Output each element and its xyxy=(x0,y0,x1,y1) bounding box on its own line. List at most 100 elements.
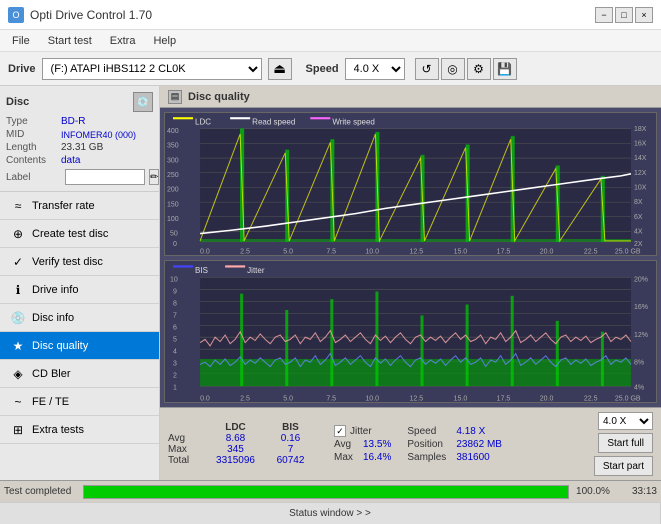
svg-text:22.5: 22.5 xyxy=(584,247,598,254)
svg-text:5.0: 5.0 xyxy=(283,393,293,402)
nav-cd-bler[interactable]: ◈ CD Bler xyxy=(0,360,159,388)
svg-text:20%: 20% xyxy=(634,274,648,283)
svg-text:LDC: LDC xyxy=(195,117,211,126)
menu-extra[interactable]: Extra xyxy=(102,33,144,49)
charts-container: LDC Read speed Write speed xyxy=(160,108,661,407)
disc-type-value: BD-R xyxy=(61,116,85,127)
jitter-checkbox[interactable]: ✓ xyxy=(334,425,346,437)
progress-pct: 100.0% xyxy=(573,486,613,497)
bottom-nav: Status window > > xyxy=(0,502,661,524)
svg-text:0.0: 0.0 xyxy=(200,393,210,402)
disc-label-row: Label ✏ xyxy=(6,169,153,185)
svg-text:12%: 12% xyxy=(634,329,648,338)
disc-label-input[interactable] xyxy=(65,169,145,185)
nav-extra-tests[interactable]: ⊞ Extra tests xyxy=(0,416,159,444)
titlebar-left: O Opti Drive Control 1.70 xyxy=(8,7,152,23)
svg-text:Write speed: Write speed xyxy=(332,117,375,126)
svg-text:10.0: 10.0 xyxy=(365,247,379,254)
svg-text:4X: 4X xyxy=(634,227,643,235)
jitter-avg-value: 13.5% xyxy=(363,439,391,450)
chart2-svg: BIS Jitter xyxy=(165,261,656,403)
jitter-section: ✓ Jitter Avg 13.5% Max 16.4% xyxy=(334,425,391,463)
position-label: Position xyxy=(407,439,452,450)
stats-avg-label: Avg xyxy=(168,433,208,444)
svg-text:22.5: 22.5 xyxy=(584,393,598,402)
sidebar: Disc 💿 Type BD-R MID INFOMER40 (000) Len… xyxy=(0,86,160,480)
main-layout: Disc 💿 Type BD-R MID INFOMER40 (000) Len… xyxy=(0,86,661,480)
status-text: Test completed xyxy=(4,486,79,497)
nav-drive-info[interactable]: ℹ Drive info xyxy=(0,276,159,304)
svg-text:5: 5 xyxy=(173,334,177,343)
jitter-avg-row: Avg 13.5% xyxy=(334,439,391,450)
svg-text:6: 6 xyxy=(173,322,177,331)
content-area: ▤ Disc quality LDC Read speed Write spee… xyxy=(160,86,661,480)
status-window-label: Status window > > xyxy=(289,508,371,519)
speed-info-label: Speed xyxy=(407,426,452,437)
time-display: 33:13 xyxy=(617,486,657,497)
samples-row: Samples 381600 xyxy=(407,452,502,463)
svg-text:25.0 GB: 25.0 GB xyxy=(615,393,641,402)
disc-label-btn[interactable]: ✏ xyxy=(149,169,159,185)
eject-button[interactable]: ⏏ xyxy=(268,58,292,80)
svg-text:50: 50 xyxy=(170,229,178,237)
menu-help[interactable]: Help xyxy=(145,33,184,49)
nav-disc-quality-label: Disc quality xyxy=(32,340,88,352)
refresh-button[interactable]: ↺ xyxy=(415,58,439,80)
svg-text:7: 7 xyxy=(173,310,177,319)
svg-text:3: 3 xyxy=(173,358,177,367)
nav-create-test-disc[interactable]: ⊕ Create test disc xyxy=(0,220,159,248)
chart2-wrapper: BIS Jitter xyxy=(164,260,657,404)
speed-select[interactable]: 4.0 X xyxy=(345,58,405,80)
svg-text:Jitter: Jitter xyxy=(247,264,265,274)
save-button[interactable]: 💾 xyxy=(493,58,517,80)
disc-type-label: Type xyxy=(6,116,61,127)
fe-te-icon: ~ xyxy=(10,394,26,410)
drivebar: Drive (F:) ATAPI iHBS112 2 CL0K ⏏ Speed … xyxy=(0,52,661,86)
start-full-button[interactable]: Start full xyxy=(598,433,653,453)
nav-disc-quality[interactable]: ★ Disc quality xyxy=(0,332,159,360)
verify-test-disc-icon: ✓ xyxy=(10,254,26,270)
svg-text:2: 2 xyxy=(173,370,177,379)
settings-button[interactable]: ⚙ xyxy=(467,58,491,80)
svg-text:16X: 16X xyxy=(634,139,647,147)
minimize-button[interactable]: − xyxy=(595,7,613,23)
maximize-button[interactable]: □ xyxy=(615,7,633,23)
nav-verify-test-disc[interactable]: ✓ Verify test disc xyxy=(0,248,159,276)
status-window-button[interactable]: Status window > > xyxy=(0,503,661,524)
drive-info-icon: ℹ xyxy=(10,282,26,298)
svg-text:20.0: 20.0 xyxy=(540,393,554,402)
stats-total-bis: 60742 xyxy=(263,455,318,466)
create-test-disc-icon: ⊕ xyxy=(10,226,26,242)
stats-empty-header xyxy=(168,422,208,433)
svg-text:2.5: 2.5 xyxy=(240,393,250,402)
stats-bis-header: BIS xyxy=(263,422,318,433)
stats-total-label: Total xyxy=(168,455,208,466)
disc-header: Disc 💿 xyxy=(6,92,153,112)
svg-text:4: 4 xyxy=(173,346,177,355)
nav-fe-te-label: FE / TE xyxy=(32,396,69,408)
chart1-wrapper: LDC Read speed Write speed xyxy=(164,112,657,256)
menu-start-test[interactable]: Start test xyxy=(40,33,100,49)
jitter-max-row: Max 16.4% xyxy=(334,452,391,463)
nav-transfer-rate[interactable]: ≈ Transfer rate xyxy=(0,192,159,220)
svg-text:8: 8 xyxy=(173,298,177,307)
extra-tests-icon: ⊞ xyxy=(10,422,26,438)
menu-file[interactable]: File xyxy=(4,33,38,49)
disc-icon-btn[interactable]: 💿 xyxy=(133,92,153,112)
svg-text:4%: 4% xyxy=(634,382,645,391)
nav-fe-te[interactable]: ~ FE / TE xyxy=(0,388,159,416)
close-button[interactable]: × xyxy=(635,7,653,23)
disc-mid-row: MID INFOMER40 (000) xyxy=(6,129,153,140)
svg-text:7.5: 7.5 xyxy=(326,247,336,254)
titlebar: O Opti Drive Control 1.70 − □ × xyxy=(0,0,661,30)
svg-text:14X: 14X xyxy=(634,154,647,162)
disc-contents-label: Contents xyxy=(6,155,61,166)
scan-button[interactable]: ◎ xyxy=(441,58,465,80)
stats-total-ldc: 3315096 xyxy=(208,455,263,466)
test-speed-select[interactable]: 4.0 X xyxy=(598,412,653,430)
nav-disc-info[interactable]: 💿 Disc info xyxy=(0,304,159,332)
svg-text:400: 400 xyxy=(167,127,179,135)
drive-select[interactable]: (F:) ATAPI iHBS112 2 CL0K xyxy=(42,58,262,80)
start-part-button[interactable]: Start part xyxy=(594,456,653,476)
disc-length-label: Length xyxy=(6,142,61,153)
